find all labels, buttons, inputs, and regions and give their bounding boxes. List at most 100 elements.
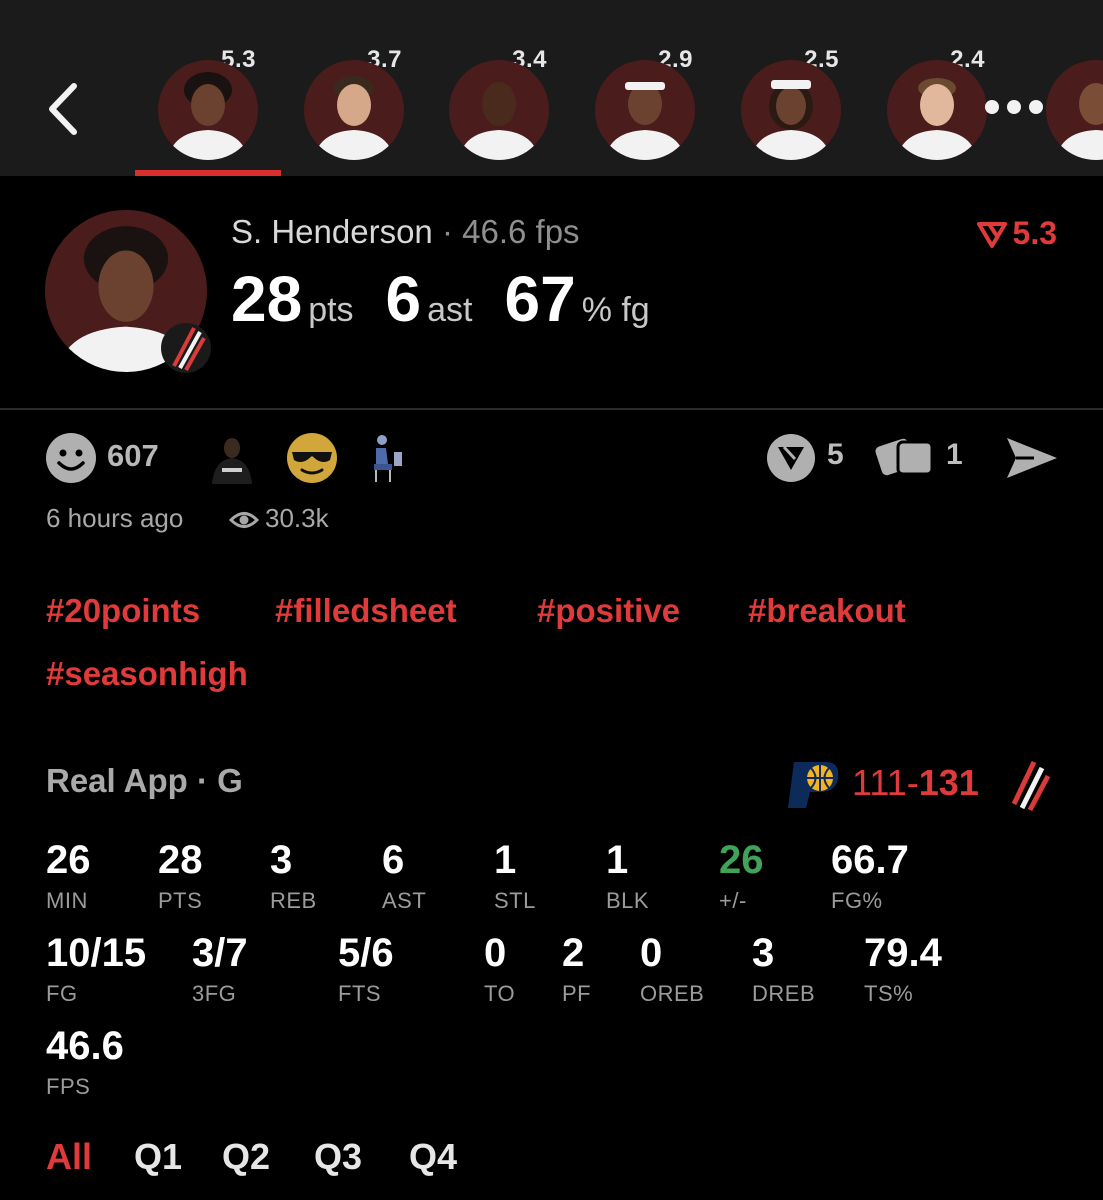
away-score: 111 <box>852 762 907 803</box>
stat-oreb: 0 OREB <box>640 933 704 1007</box>
tag-chip[interactable]: #breakout <box>748 592 906 630</box>
stat-value: 0 <box>640 931 663 975</box>
stat-value: 79.4 <box>864 931 942 975</box>
tag-chip[interactable]: #seasonhigh <box>46 655 248 693</box>
comment-count: 5 <box>827 438 844 471</box>
selected-tab-indicator <box>135 170 281 176</box>
sitting-figure-reaction-icon <box>374 435 402 482</box>
player-avatar <box>158 60 258 160</box>
stat-to: 0 TO <box>484 933 515 1007</box>
fg-unit: % fg <box>581 291 650 329</box>
game-source: Real App · G <box>46 762 243 799</box>
stat-fts: 5/6 FTS <box>338 933 394 1007</box>
smiley-reaction-icon[interactable] <box>45 432 97 484</box>
points-unit: pts <box>308 291 354 329</box>
reaction-count: 607 <box>107 438 159 473</box>
rating-value: 5.3 <box>1012 215 1057 251</box>
stat-plus-minus: 26 +/- <box>719 840 764 914</box>
player-avatar <box>741 60 841 160</box>
send-icon <box>1007 438 1057 478</box>
stat-label: FPS <box>46 1074 91 1099</box>
score-dash: - <box>906 762 919 803</box>
stat-fps: 46.6 FPS <box>46 1026 124 1100</box>
score-text: 111-131 <box>852 762 979 804</box>
stat-value: 46.6 <box>46 1024 124 1068</box>
share-button[interactable] <box>1004 430 1060 486</box>
fg-value: 67 <box>504 263 576 335</box>
cards-count: 1 <box>946 438 963 471</box>
tab-all[interactable]: All <box>46 1136 92 1178</box>
tag-chip[interactable]: #filledsheet <box>275 592 457 630</box>
trail-blazers-logo-icon <box>1011 760 1051 812</box>
stat-label: AST <box>382 888 427 913</box>
stat-value: 6 <box>382 838 405 882</box>
stat-fg-pct: 66.7 FG% <box>831 840 909 914</box>
player-avatar <box>1046 60 1103 160</box>
stat-label: TO <box>484 981 516 1006</box>
tab-q4[interactable]: Q4 <box>409 1136 457 1178</box>
home-score: 131 <box>918 762 979 803</box>
player-strip: 5.3 3.7 3.4 2.9 2.5 2.4 <box>0 0 1103 176</box>
more-dots-icon <box>1029 100 1043 114</box>
stat-value: 26 <box>46 838 91 882</box>
stat-label: FG <box>46 981 78 1006</box>
stat-value: 0 <box>484 931 507 975</box>
stat-value: 28 <box>158 838 203 882</box>
post-time: 6 hours ago <box>46 503 184 533</box>
stat-label: 3FG <box>192 981 237 1006</box>
player-avatar <box>449 60 549 160</box>
pacers-logo-icon <box>788 762 839 808</box>
trail-blazers-logo-icon <box>161 323 211 373</box>
stat-blk: 1 BLK <box>606 840 649 914</box>
stat-label: FG% <box>831 888 883 913</box>
stat-label: TS% <box>864 981 914 1006</box>
player-tab-1[interactable]: 5.3 <box>136 44 266 174</box>
stat-pts: 28 PTS <box>158 840 203 914</box>
stat-label: FTS <box>338 981 382 1006</box>
stat-label: BLK <box>606 888 650 913</box>
stat-3fg: 3/7 3FG <box>192 933 248 1007</box>
nets-player-reaction-icon <box>212 438 252 484</box>
cards-button[interactable]: 1 <box>874 430 966 486</box>
more-dots-icon <box>1007 100 1021 114</box>
player-name[interactable]: S. Henderson <box>231 213 433 250</box>
stat-value: 1 <box>494 838 517 882</box>
player-avatar <box>304 60 404 160</box>
divider <box>0 408 1103 410</box>
stat-value: 5/6 <box>338 931 394 975</box>
assists-unit: ast <box>427 291 473 329</box>
back-button[interactable] <box>40 78 90 140</box>
more-players-button[interactable] <box>974 78 1054 138</box>
stat-reb: 3 REB <box>270 840 317 914</box>
stat-value: 66.7 <box>831 838 909 882</box>
rating-arrow-icon <box>976 222 1007 248</box>
stat-fg: 10/15 FG <box>46 933 146 1007</box>
player-tab-5[interactable]: 2.5 <box>719 44 849 174</box>
stat-dreb: 3 DREB <box>752 933 815 1007</box>
tab-q3[interactable]: Q3 <box>314 1136 362 1178</box>
tag-chip[interactable]: #positive <box>537 592 680 630</box>
player-tab-3[interactable]: 3.4 <box>427 44 557 174</box>
view-count: 30.3k <box>228 503 329 534</box>
tab-q1[interactable]: Q1 <box>134 1136 182 1178</box>
tag-chip[interactable]: #20points <box>46 592 200 630</box>
view-count-value: 30.3k <box>265 503 329 533</box>
player-tab-4[interactable]: 2.9 <box>573 44 703 174</box>
stat-value: 26 <box>719 838 764 882</box>
chat-bubble-icon <box>767 434 815 482</box>
player-fps: 46.6 fps <box>462 213 580 250</box>
stat-stl: 1 STL <box>494 840 536 914</box>
stat-ast: 6 AST <box>382 840 426 914</box>
comments-button[interactable]: 5 <box>765 430 853 486</box>
player-tab-2[interactable]: 3.7 <box>282 44 412 174</box>
stat-pf: 2 PF <box>562 933 591 1007</box>
stat-label: OREB <box>640 981 705 1006</box>
eye-icon <box>228 512 260 528</box>
tab-q2[interactable]: Q2 <box>222 1136 270 1178</box>
stat-label: DREB <box>752 981 816 1006</box>
stat-value: 3 <box>270 838 293 882</box>
stat-min: 26 MIN <box>46 840 91 914</box>
stat-value: 1 <box>606 838 629 882</box>
stat-value: 10/15 <box>46 931 147 975</box>
chevron-left-icon <box>49 83 77 135</box>
